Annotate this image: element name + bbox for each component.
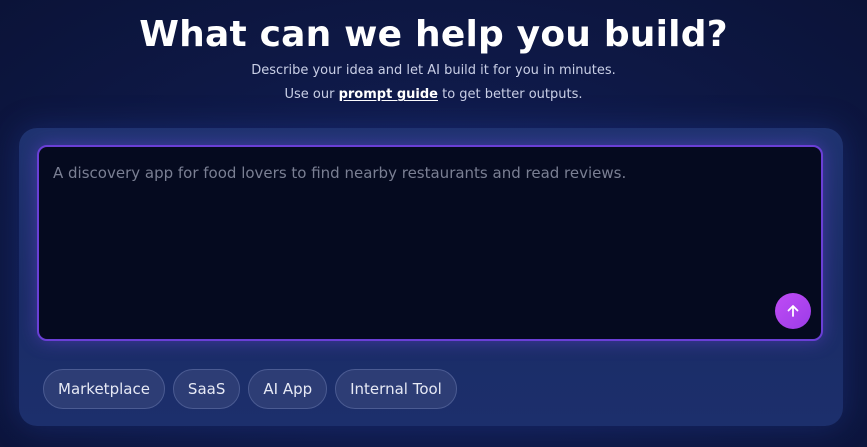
arrow-up-icon bbox=[785, 303, 801, 319]
chip-internal-tool[interactable]: Internal Tool bbox=[335, 369, 457, 409]
hint-suffix: to get better outputs. bbox=[437, 87, 583, 102]
hint-prefix: Use our bbox=[284, 87, 339, 102]
prompt-guide-hint: Use our prompt guide to get better outpu… bbox=[0, 85, 867, 105]
subtitle: Describe your idea and let AI build it f… bbox=[251, 63, 616, 78]
template-chips: Marketplace SaaS AI App Internal Tool bbox=[43, 369, 457, 409]
prompt-input[interactable] bbox=[53, 163, 793, 283]
page-title: What can we help you build? bbox=[139, 14, 728, 55]
send-button[interactable] bbox=[775, 293, 811, 329]
prompt-container bbox=[37, 145, 823, 341]
chip-saas[interactable]: SaaS bbox=[172, 369, 241, 409]
chip-ai-app[interactable]: AI App bbox=[248, 369, 328, 409]
chip-marketplace[interactable]: Marketplace bbox=[43, 369, 165, 409]
prompt-guide-link[interactable]: prompt guide bbox=[339, 87, 438, 102]
